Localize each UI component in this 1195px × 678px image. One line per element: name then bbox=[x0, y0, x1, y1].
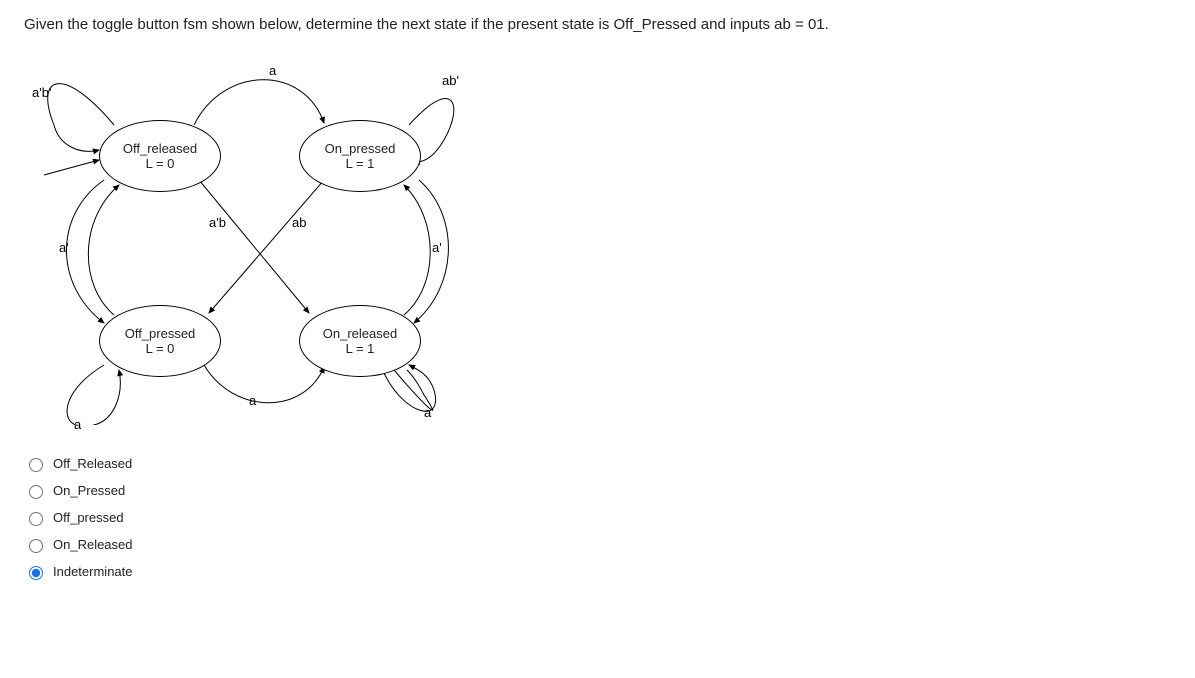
edge-label: a' bbox=[432, 240, 442, 255]
fsm-diagram: Off_released L = 0 On_pressed L = 1 Off_… bbox=[24, 45, 464, 425]
answer-options: Off_Released On_Pressed Off_pressed On_R… bbox=[24, 455, 1171, 580]
edge-label: ab bbox=[292, 215, 306, 230]
option-label: Indeterminate bbox=[53, 564, 133, 579]
radio-off-released[interactable] bbox=[29, 458, 43, 472]
state-off-pressed: Off_pressed L = 0 bbox=[99, 305, 221, 377]
edge-label: a bbox=[74, 417, 81, 432]
state-name: Off_released bbox=[100, 141, 220, 156]
state-output: L = 0 bbox=[100, 156, 220, 171]
option-off-pressed[interactable]: Off_pressed bbox=[24, 509, 1171, 526]
option-label: On_Released bbox=[53, 537, 133, 552]
edge-label: a bbox=[249, 393, 256, 408]
option-on-pressed[interactable]: On_Pressed bbox=[24, 482, 1171, 499]
state-off-released: Off_released L = 0 bbox=[99, 120, 221, 192]
state-on-released: On_released L = 1 bbox=[299, 305, 421, 377]
radio-on-pressed[interactable] bbox=[29, 485, 43, 499]
edge-label: a' bbox=[424, 405, 434, 420]
radio-indeterminate[interactable] bbox=[29, 566, 43, 580]
edge-label: a bbox=[269, 63, 276, 78]
option-label: On_Pressed bbox=[53, 483, 125, 498]
option-label: Off_pressed bbox=[53, 510, 124, 525]
radio-off-pressed[interactable] bbox=[29, 512, 43, 526]
edge-label: a'b' bbox=[32, 85, 51, 100]
edge-label: a' bbox=[59, 240, 69, 255]
state-output: L = 1 bbox=[300, 156, 420, 171]
state-on-pressed: On_pressed L = 1 bbox=[299, 120, 421, 192]
state-output: L = 1 bbox=[300, 341, 420, 356]
question-text: Given the toggle button fsm shown below,… bbox=[24, 16, 1171, 33]
option-label: Off_Released bbox=[53, 456, 132, 471]
edge-label: a'b bbox=[209, 215, 226, 230]
option-on-released[interactable]: On_Released bbox=[24, 536, 1171, 553]
option-indeterminate[interactable]: Indeterminate bbox=[24, 563, 1171, 580]
state-output: L = 0 bbox=[100, 341, 220, 356]
radio-on-released[interactable] bbox=[29, 539, 43, 553]
state-name: Off_pressed bbox=[100, 326, 220, 341]
option-off-released[interactable]: Off_Released bbox=[24, 455, 1171, 472]
edge-label: ab' bbox=[442, 73, 459, 88]
state-name: On_released bbox=[300, 326, 420, 341]
state-name: On_pressed bbox=[300, 141, 420, 156]
